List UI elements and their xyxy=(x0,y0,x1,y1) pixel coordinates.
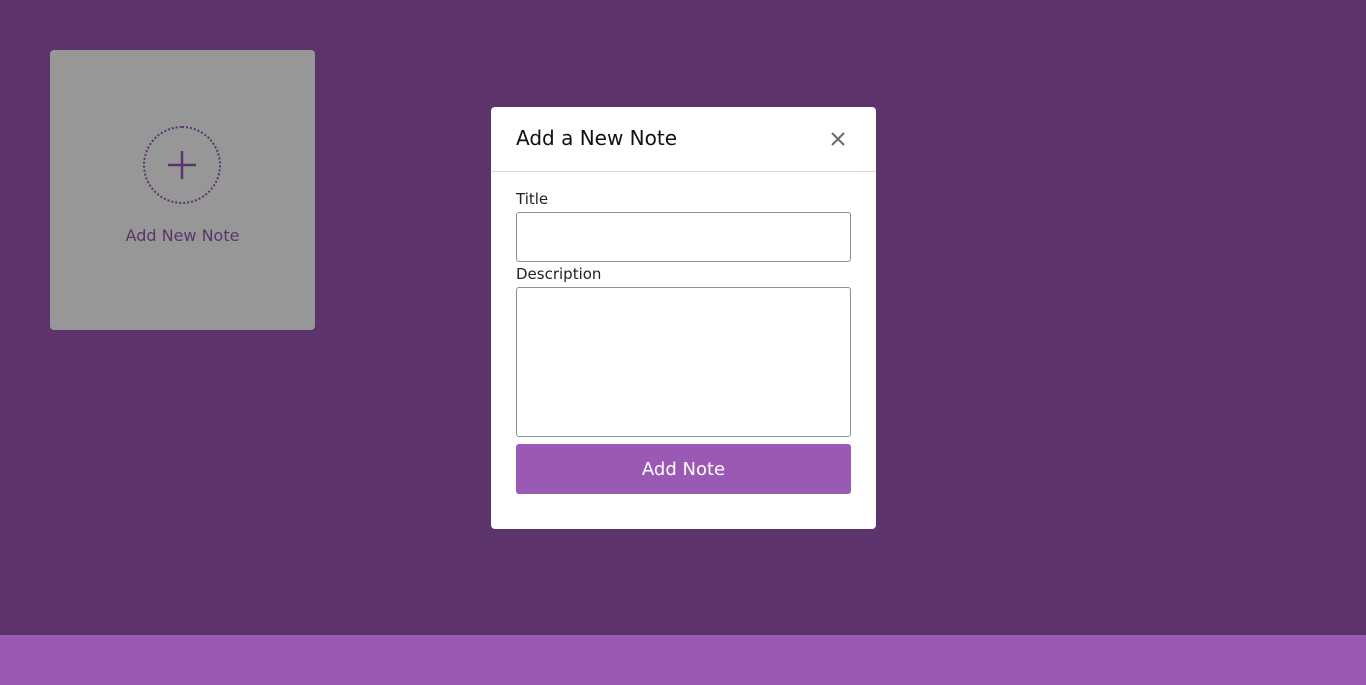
plus-icon xyxy=(143,126,221,204)
modal-header: Add a New Note xyxy=(491,107,876,172)
description-label: Description xyxy=(516,265,602,283)
add-note-button[interactable]: Add Note xyxy=(516,444,851,494)
description-input[interactable] xyxy=(516,287,851,437)
modal-title: Add a New Note xyxy=(516,126,678,150)
close-button[interactable] xyxy=(828,129,848,149)
add-note-modal: Add a New Note Title Description Add Not… xyxy=(491,107,876,529)
title-label: Title xyxy=(516,190,549,208)
add-note-card-label: Add New Note xyxy=(125,226,240,245)
footer-bar xyxy=(0,635,1366,685)
close-icon xyxy=(831,132,845,146)
title-input[interactable] xyxy=(516,212,851,262)
add-note-card[interactable]: Add New Note xyxy=(50,50,315,330)
